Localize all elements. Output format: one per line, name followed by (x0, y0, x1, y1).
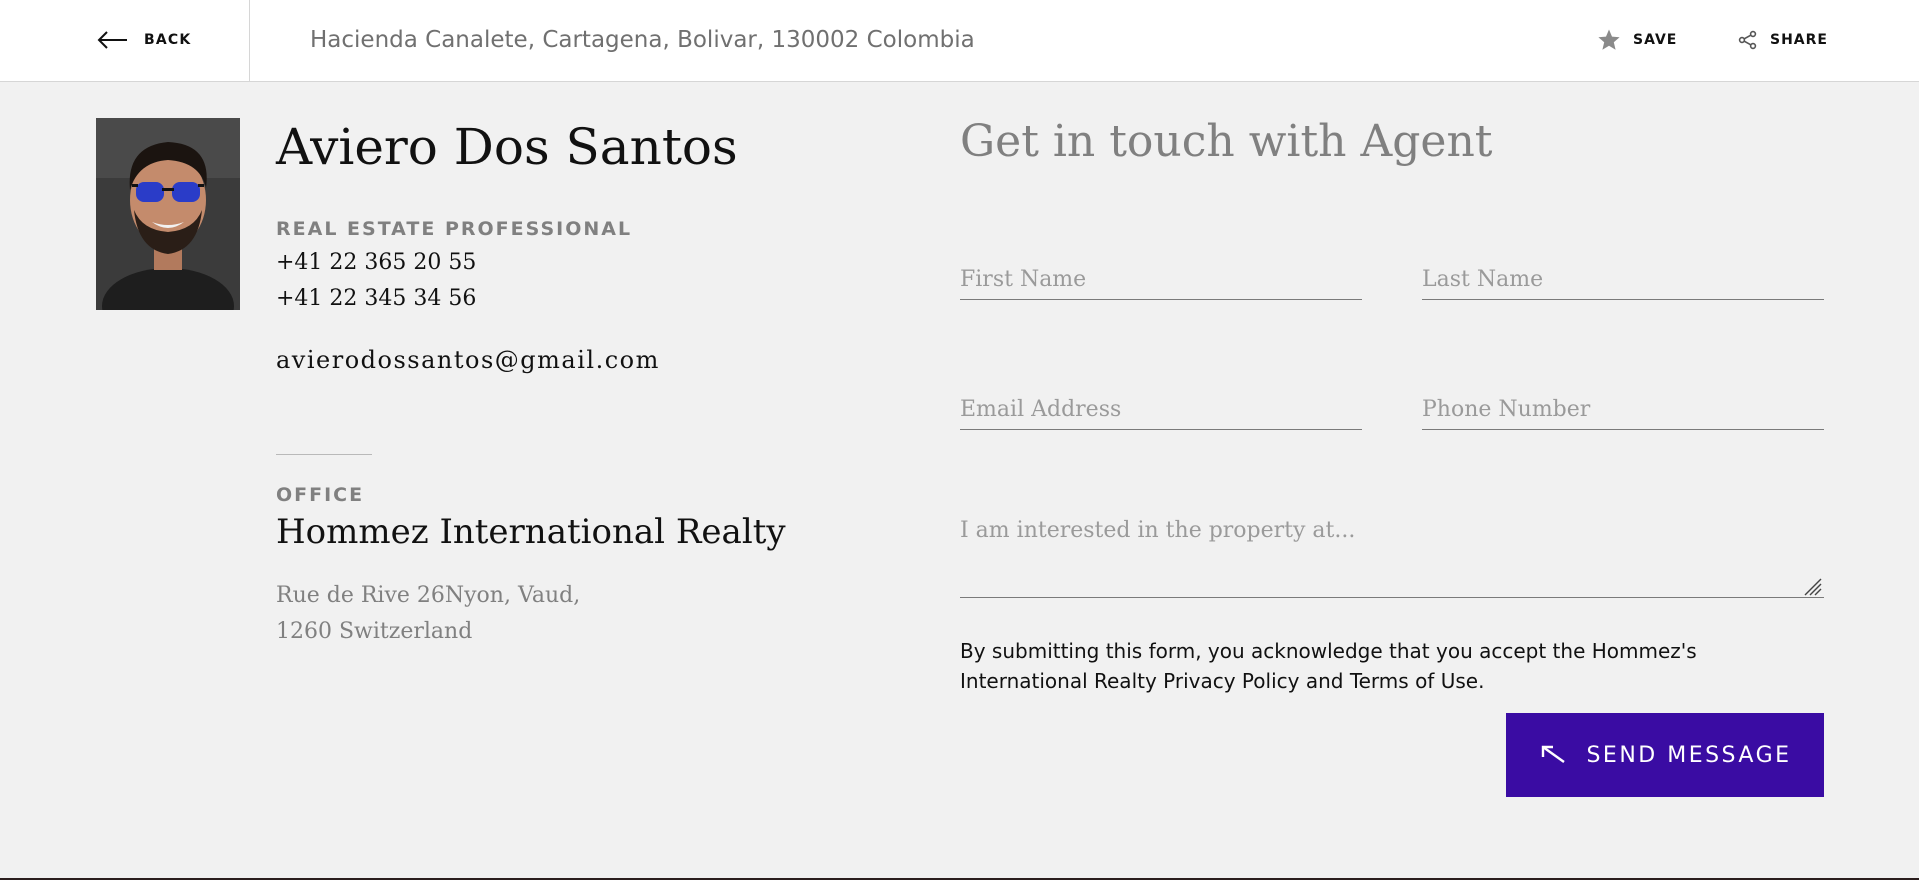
agent-role: REAL ESTATE PROFESSIONAL (276, 218, 633, 240)
agent-name: Aviero Dos Santos (276, 118, 738, 176)
form-disclaimer: By submitting this form, you acknowledge… (960, 636, 1780, 696)
back-button[interactable]: BACK (96, 0, 191, 80)
disclaimer-suffix: . (1478, 669, 1485, 693)
save-label: SAVE (1633, 32, 1678, 48)
save-button[interactable]: SAVE (1597, 0, 1677, 80)
agent-photo (96, 118, 240, 310)
share-label: SHARE (1770, 32, 1828, 48)
office-label: OFFICE (276, 484, 365, 506)
office-address: Rue de Rive 26Nyon, Vaud, 1260 Switzerla… (276, 578, 580, 650)
email-input[interactable] (960, 390, 1362, 430)
section-divider (276, 454, 372, 455)
last-name-input[interactable] (1422, 260, 1824, 300)
message-textarea[interactable] (960, 518, 1824, 598)
agent-phone-2[interactable]: +41 22 345 34 56 (276, 286, 476, 311)
property-address: Hacienda Canalete, Cartagena, Bolivar, 1… (310, 27, 975, 53)
send-message-button[interactable]: SEND MESSAGE (1506, 713, 1824, 797)
top-bar: BACK Hacienda Canalete, Cartagena, Boliv… (0, 0, 1919, 82)
arrow-up-left-icon (1542, 745, 1566, 763)
resize-handle-icon[interactable] (1802, 576, 1822, 596)
back-label: BACK (144, 32, 192, 48)
privacy-policy-link[interactable]: Privacy Policy (1163, 669, 1299, 693)
first-name-input[interactable] (960, 260, 1362, 300)
terms-of-use-link[interactable]: Terms of Use (1350, 669, 1478, 693)
form-title: Get in touch with Agent (960, 116, 1493, 167)
office-name: Hommez International Realty (276, 512, 786, 552)
office-address-line-1: Rue de Rive 26Nyon, Vaud, (276, 583, 581, 608)
arrow-left-icon (97, 31, 127, 49)
agent-email-link[interactable]: avierodossantos@gmail.com (276, 346, 660, 374)
share-icon (1738, 30, 1757, 50)
star-icon (1598, 29, 1620, 50)
send-message-label: SEND MESSAGE (1586, 742, 1792, 768)
phone-input[interactable] (1422, 390, 1824, 430)
agent-phone-1[interactable]: +41 22 365 20 55 (276, 250, 476, 275)
share-button[interactable]: SHARE (1738, 0, 1828, 80)
office-address-line-2: 1260 Switzerland (276, 619, 473, 644)
header-divider (249, 0, 250, 81)
disclaimer-and: and (1299, 669, 1350, 693)
